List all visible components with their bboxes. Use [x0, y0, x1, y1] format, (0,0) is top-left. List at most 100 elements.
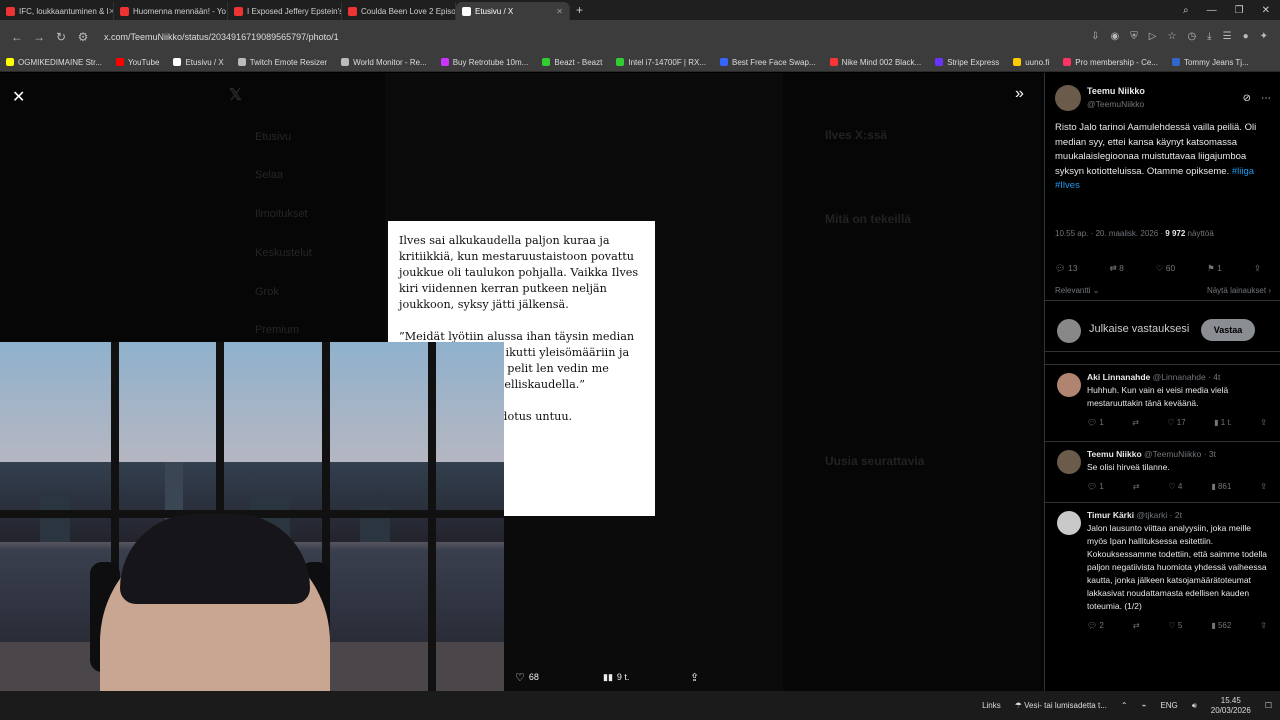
site-info-icon[interactable]: ⚙ — [72, 30, 94, 44]
browser-tab[interactable]: Coulda Been Love 2 Episo✕ — [342, 2, 456, 20]
system-clock[interactable]: 15.45 20/03/2026 — [1211, 696, 1251, 716]
share-icon[interactable]: ⇪ — [1260, 619, 1267, 632]
share-icon[interactable]: ⇪ — [1260, 416, 1267, 429]
bookmark-icon — [1171, 58, 1180, 66]
close-photo-icon[interactable]: ✕ — [12, 87, 25, 107]
tweet-header: Teemu Niikko @TeemuNiikko ⊘ ⋯ — [1055, 85, 1271, 111]
retweet-icon[interactable]: ⇄ — [1132, 416, 1139, 429]
ai-icon[interactable]: ✦ — [1260, 31, 1268, 42]
bookmark-button[interactable]: ⚑ 1 — [1207, 263, 1222, 274]
author-name[interactable]: Teemu Niikko — [1087, 85, 1145, 98]
reply-count[interactable]: 💬︎ 1 — [1087, 480, 1104, 493]
bookmark-item[interactable]: Beazt - Beazt — [542, 58, 602, 67]
reply-count[interactable]: 💬︎ 2 — [1087, 619, 1104, 632]
bookmark-item[interactable]: Nike Mind 002 Black... — [829, 58, 921, 67]
show-quotes-link[interactable]: Näytä lainaukset › — [1207, 286, 1271, 295]
like-count[interactable]: ♡ 4 — [1168, 480, 1182, 493]
history-icon[interactable]: ◷ — [1187, 31, 1196, 42]
bookmark-star-icon[interactable]: ☆ — [1167, 31, 1176, 42]
install-icon[interactable]: ⇩ — [1091, 31, 1099, 42]
page-icon — [341, 58, 350, 66]
tab-title: Coulda Been Love 2 Episo — [361, 6, 456, 16]
camera-icon[interactable]: ◉ — [1111, 31, 1120, 42]
close-window-icon[interactable]: ✕ — [1262, 5, 1270, 16]
bookmark-item[interactable]: World Monitor - Re... — [341, 58, 427, 67]
volume-icon[interactable]: 🔊︎ — [1192, 701, 1197, 711]
tweet-actions: 💬︎ 13 ⇄ 8 ♡ 60 ⚑ 1 ⇪ — [1055, 263, 1261, 274]
profile-icon[interactable]: ● — [1243, 31, 1249, 42]
share-button[interactable]: ⇪ — [1254, 263, 1261, 274]
expand-sidebar-icon[interactable]: » — [1015, 85, 1024, 103]
grok-icon[interactable]: ⊘ — [1243, 93, 1251, 104]
retweet-button[interactable]: ⇄ 8 — [1110, 263, 1124, 274]
bookmark-item[interactable]: Stripe Express — [935, 58, 999, 67]
browser-tab[interactable]: I Exposed Jeffery Epstein's✕ — [228, 2, 342, 20]
bookmark-item[interactable]: YouTube — [116, 58, 159, 67]
weather-widget[interactable]: ☂ Vesi- tai lumisadetta t... — [1015, 701, 1107, 710]
reply-text: Se olisi hirveä tilanne. — [1087, 462, 1170, 472]
photo-views-button[interactable]: ▮▮ 9 t. — [603, 669, 629, 685]
play-icon[interactable]: ▷ — [1149, 31, 1157, 42]
bookmark-item[interactable]: Intel i7-14700F | RX... — [616, 58, 706, 67]
notifications-icon[interactable]: ☐ — [1265, 701, 1272, 710]
reply-button[interactable]: 💬︎ 13 — [1055, 263, 1078, 274]
retweet-icon[interactable]: ⇄ — [1133, 619, 1140, 632]
bookmark-item[interactable]: Tommy Jeans Tj... — [1171, 58, 1249, 67]
windows-taskbar: Links ☂ Vesi- tai lumisadetta t... ⌃ ⌁ E… — [0, 691, 1280, 720]
browser-tab[interactable]: IFC, loukkaantuminen & l✕ — [0, 2, 114, 20]
reply-input[interactable]: Julkaise vastauksesi — [1089, 323, 1189, 335]
reply-item[interactable]: Aki Linnanahde @Linnanahde · 4t Huhhuh. … — [1045, 364, 1280, 441]
more-options-icon[interactable]: ⋯ — [1261, 93, 1271, 104]
tab-title: Etusivu / X — [475, 6, 514, 16]
reply-submit-button[interactable]: Vastaa — [1201, 319, 1255, 341]
forward-icon[interactable]: → — [28, 30, 50, 44]
avatar[interactable] — [1055, 85, 1081, 111]
links-toolbar[interactable]: Links — [982, 701, 1001, 710]
browser-tab[interactable]: Huomenna mennään! - Yo✕ — [114, 2, 228, 20]
photo-share-button[interactable]: ⇪ — [690, 669, 699, 685]
shield-icon[interactable]: ⛨ — [1130, 31, 1138, 42]
bookmark-item[interactable]: Buy Retrotube 10m... — [440, 58, 528, 67]
author-handle[interactable]: @TeemuNiikko — [1087, 98, 1145, 111]
avatar[interactable] — [1057, 450, 1081, 474]
download-icon[interactable]: ⤓ — [1207, 31, 1211, 42]
bookmark-item[interactable]: Pro membership - Ce... — [1063, 58, 1158, 67]
reply-item[interactable]: Timur Kärki @tjkarki · 2t Jalon lausunto… — [1045, 502, 1280, 691]
reply-count[interactable]: 💬︎ 1 — [1087, 416, 1104, 429]
like-count[interactable]: ♡ 17 — [1167, 416, 1185, 429]
menu-icon[interactable]: ☰ — [1223, 31, 1232, 42]
close-tab-icon[interactable]: ✕ — [556, 7, 563, 16]
dim-follow-heading: Uusia seurattavia — [825, 454, 925, 468]
back-icon[interactable]: ← — [6, 30, 28, 44]
reload-icon[interactable]: ↻ — [50, 30, 72, 44]
minimize-icon[interactable]: — — [1207, 5, 1217, 16]
view-count[interactable]: ▮ 1 t. — [1214, 416, 1232, 429]
network-icon[interactable]: ⌁ — [1142, 701, 1147, 710]
reply-body: Timur Kärki @tjkarki · 2t Jalon lausunto… — [1087, 509, 1273, 632]
share-icon[interactable]: ⇪ — [1260, 480, 1267, 493]
reply-item[interactable]: Teemu Niikko @TeemuNiikko · 3t Se olisi … — [1045, 441, 1280, 502]
bookmark-item[interactable]: OGMIKEDIMAINE Str... — [6, 58, 102, 67]
bookmark-item[interactable]: Best Free Face Swap... — [720, 58, 816, 67]
like-count[interactable]: ♡ 5 — [1168, 619, 1182, 632]
bookmark-item[interactable]: Twitch Emote Resizer — [237, 58, 327, 67]
search-tabs-icon[interactable]: ⌕ — [1183, 5, 1189, 16]
avatar[interactable] — [1057, 511, 1081, 535]
url-field[interactable]: x.com/TeemuNiikko/status/203491671908956… — [104, 32, 1091, 42]
bookmark-item[interactable]: uuno.fi — [1013, 58, 1049, 67]
youtube-favicon-icon — [348, 6, 357, 16]
retweet-icon[interactable]: ⇄ — [1133, 480, 1140, 493]
view-count[interactable]: ▮ 861 — [1211, 480, 1231, 493]
language-indicator[interactable]: ENG — [1160, 701, 1177, 710]
tweet-meta: 10.55 ap. · 20. maalisk. 2026 · 9 972 nä… — [1055, 229, 1214, 238]
photo-like-button[interactable]: ♡ 68 — [515, 669, 539, 685]
sort-dropdown[interactable]: Relevantti ⌄ — [1055, 286, 1100, 295]
view-count[interactable]: ▮ 562 — [1211, 619, 1231, 632]
browser-tab-active[interactable]: Etusivu / X ✕ — [456, 2, 570, 20]
tray-chevron-icon[interactable]: ⌃ — [1121, 701, 1128, 710]
avatar[interactable] — [1057, 373, 1081, 397]
new-tab-icon[interactable]: + — [576, 3, 583, 17]
like-button[interactable]: ♡ 60 — [1156, 263, 1175, 274]
bookmark-item[interactable]: Etusivu / X — [173, 58, 224, 67]
maximize-icon[interactable]: ❐ — [1235, 5, 1244, 16]
